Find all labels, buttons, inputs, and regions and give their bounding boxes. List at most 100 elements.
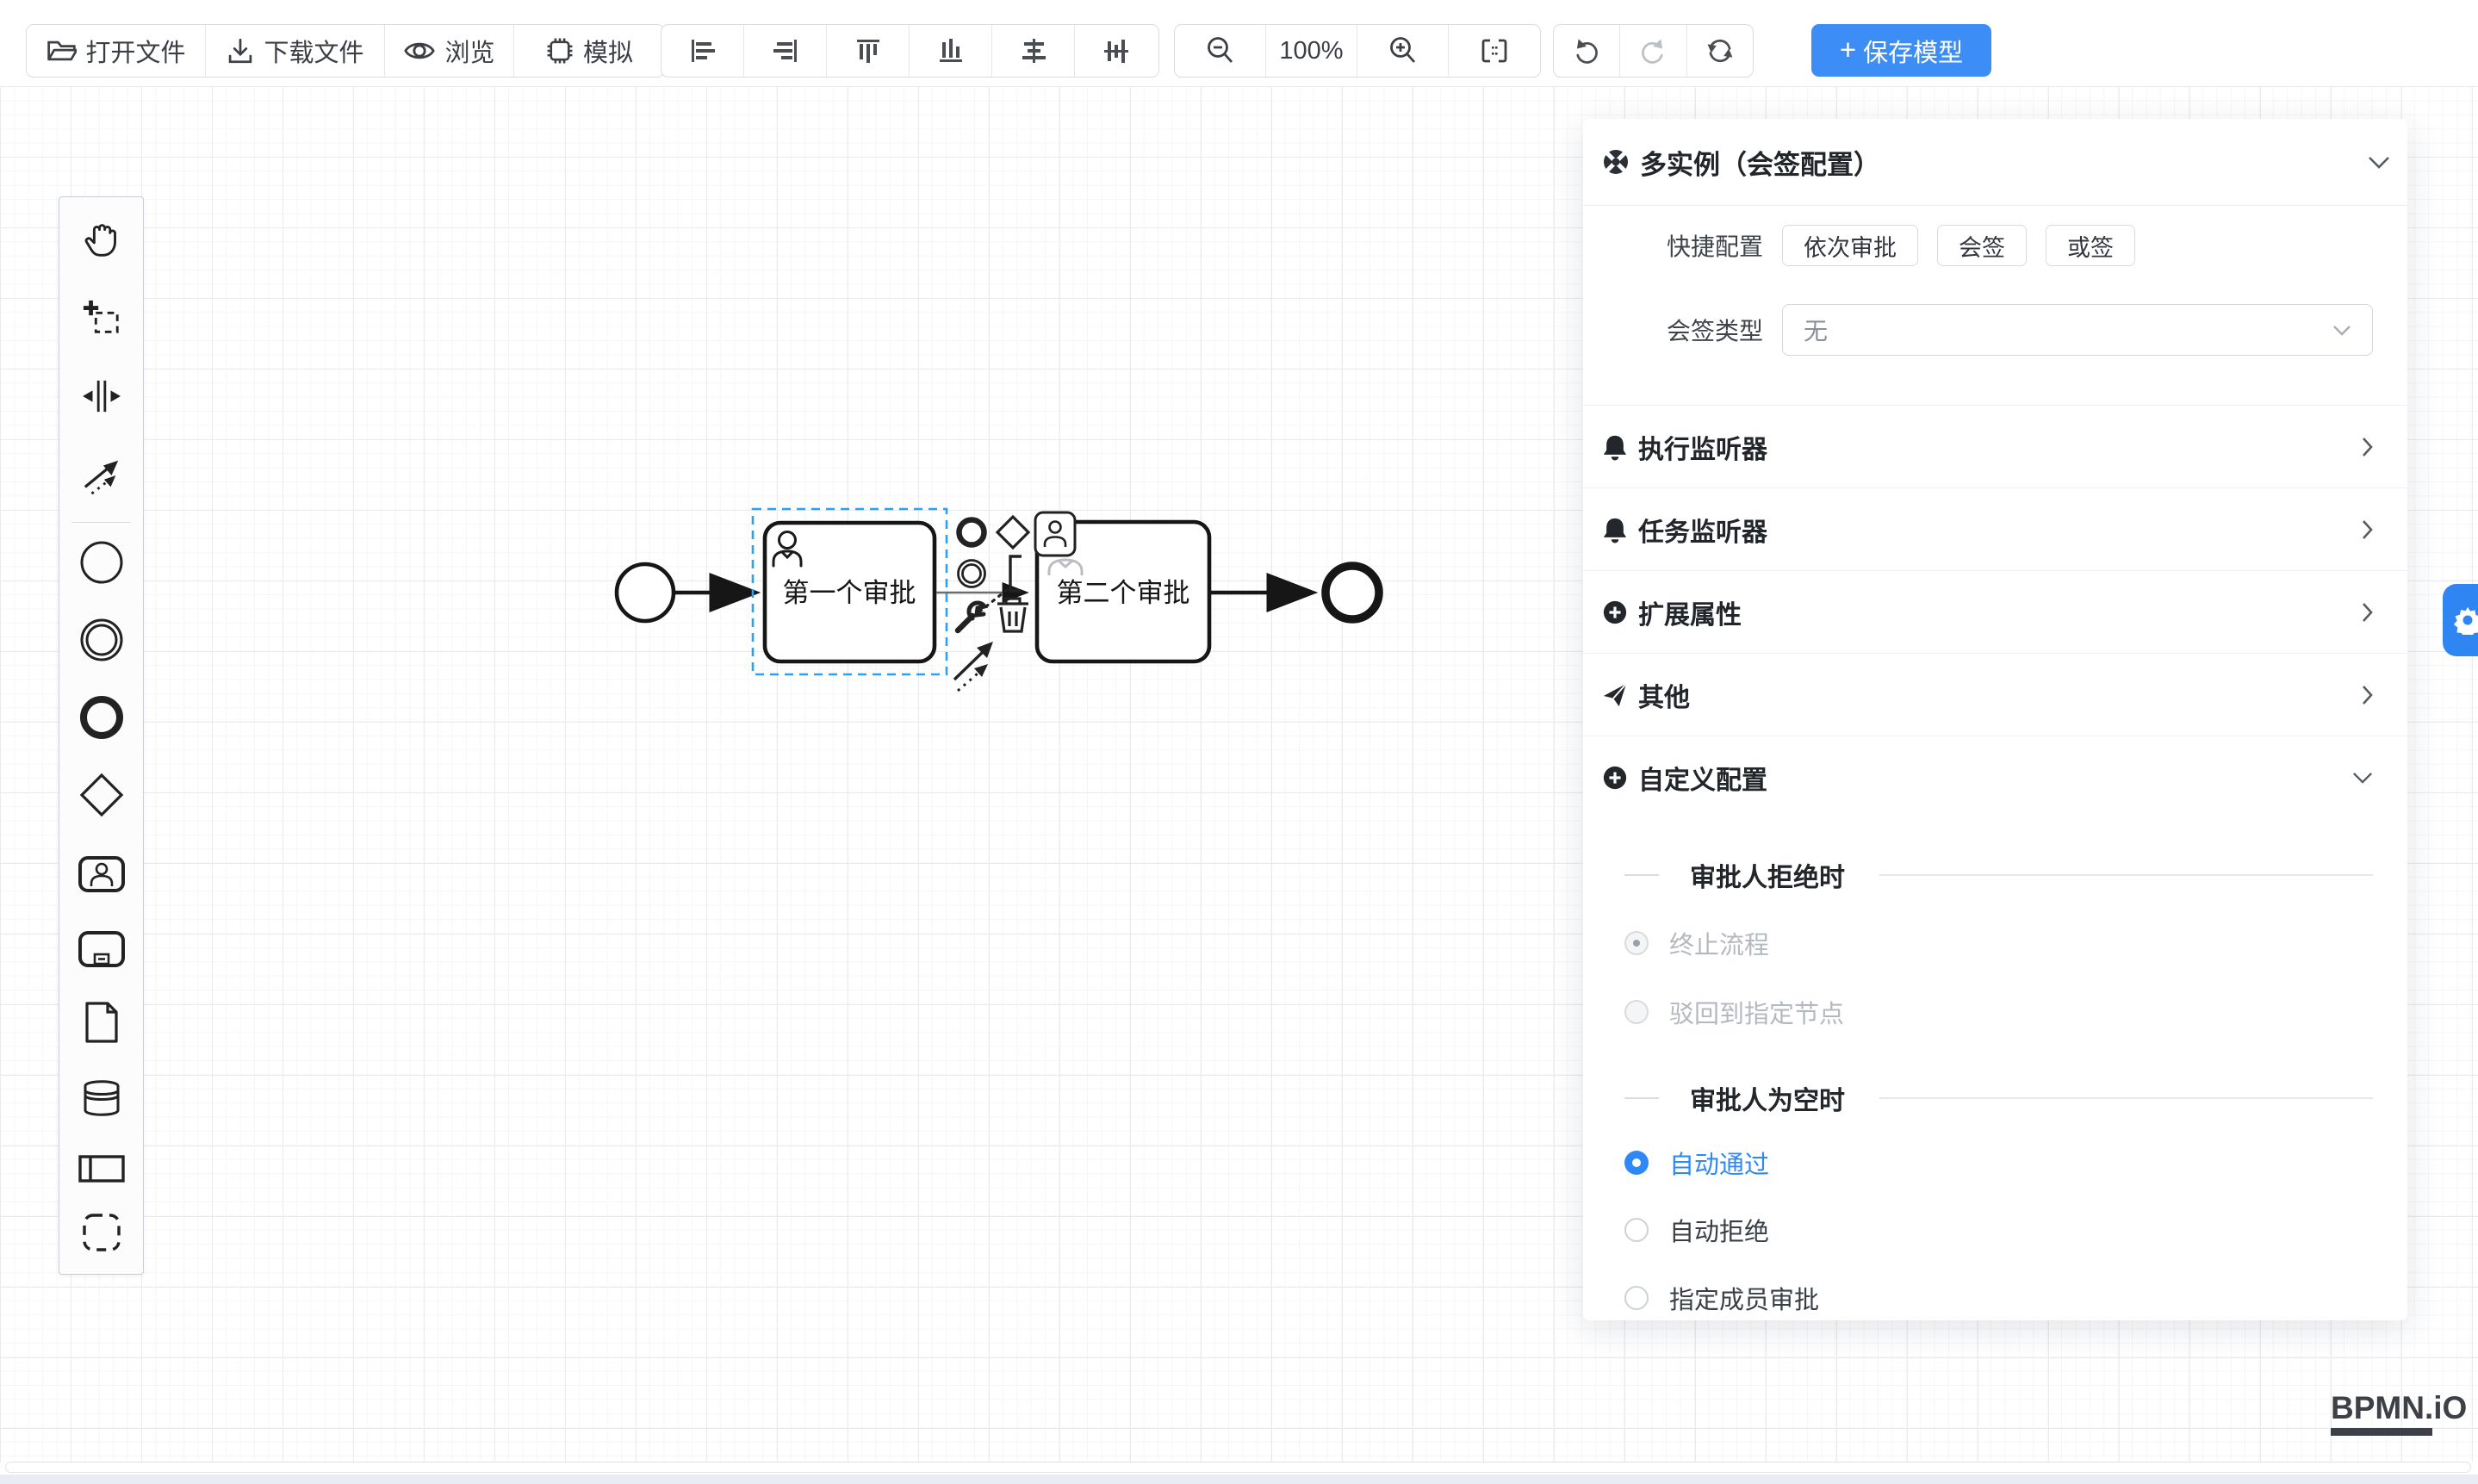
create-end-event[interactable]: [78, 693, 126, 742]
divider-line: [1879, 1097, 2373, 1099]
create-user-task[interactable]: [78, 850, 126, 898]
divider-line: [1624, 1097, 1659, 1099]
zoom-level-display[interactable]: 100%: [1266, 25, 1357, 77]
panel-header[interactable]: 多实例（会签配置）: [1602, 119, 2390, 205]
quick-config-sequential-button[interactable]: 依次审批: [1782, 225, 1918, 266]
zoom-toolbar-group: 100%: [1174, 24, 1541, 78]
quick-config-sequential-label: 依次审批: [1804, 229, 1897, 263]
append-intermediate-event-icon[interactable]: [959, 561, 985, 587]
append-user-task-icon[interactable]: [1035, 512, 1075, 556]
section-label: 执行监听器: [1638, 428, 2362, 466]
append-end-event-icon[interactable]: [960, 520, 984, 545]
save-model-button[interactable]: + 保存模型: [1811, 24, 1991, 77]
quick-config-orsign-label: 或签: [2067, 229, 2114, 263]
folder-open-icon: [46, 36, 77, 65]
refresh-icon: [1705, 36, 1735, 65]
section-execution-listener[interactable]: 执行监听器: [1583, 405, 2407, 488]
group-icon: [81, 1212, 122, 1253]
create-data-object[interactable]: [78, 998, 126, 1046]
align-bottom-button[interactable]: [910, 25, 992, 77]
wrench-icon[interactable]: [958, 603, 984, 630]
radio-return-to-node[interactable]: 驳回到指定节点: [1624, 994, 2373, 1030]
append-gateway-icon[interactable]: [997, 517, 1028, 548]
undo-button[interactable]: [1554, 25, 1620, 77]
create-start-event[interactable]: [78, 538, 126, 587]
start-event-icon: [79, 540, 124, 585]
section-other[interactable]: 其他: [1583, 654, 2407, 736]
radio-label: 终止流程: [1669, 925, 1769, 961]
connect-tool-icon[interactable]: [954, 642, 993, 691]
sign-type-value: 无: [1804, 313, 2332, 347]
open-file-button[interactable]: 打开文件: [27, 25, 206, 77]
bpmn-modeler-app: 第一个审批 第二个审批: [0, 0, 2478, 1484]
sign-type-select[interactable]: 无: [1782, 304, 2373, 356]
radio-terminate-process[interactable]: 终止流程: [1624, 925, 2373, 961]
create-group[interactable]: [78, 1208, 126, 1257]
section-task-listener[interactable]: 任务监听器: [1583, 488, 2407, 571]
plus-circle-icon: [1602, 599, 1628, 625]
preview-button[interactable]: 浏览: [385, 25, 514, 77]
hand-tool[interactable]: [78, 216, 126, 264]
align-top-icon: [854, 37, 882, 65]
chevron-right-icon: [2362, 685, 2373, 705]
simulate-button[interactable]: 模拟: [514, 25, 664, 77]
section-extended-properties[interactable]: 扩展属性: [1583, 571, 2407, 654]
participant-icon: [78, 1154, 126, 1183]
horizontal-scrollbar-thumb[interactable]: [5, 1462, 2471, 1473]
intermediate-event-icon: [79, 618, 124, 662]
chevron-right-icon: [2362, 437, 2373, 457]
create-gateway[interactable]: [78, 771, 126, 819]
align-right-icon: [772, 37, 799, 65]
align-center-vertical-button[interactable]: [1075, 25, 1158, 77]
quick-config-countersign-button[interactable]: 会签: [1937, 225, 2027, 266]
section-custom-config[interactable]: 自定义配置: [1583, 736, 2407, 818]
chevron-down-icon: [2352, 772, 2373, 784]
radio-assign-member[interactable]: 指定成员审批: [1624, 1280, 2373, 1316]
quick-config-label: 快捷配置: [1583, 228, 1763, 263]
radio-label: 指定成员审批: [1669, 1280, 1819, 1316]
radio-auto-reject[interactable]: 自动拒绝: [1624, 1212, 2373, 1248]
download-file-button[interactable]: 下载文件: [206, 25, 385, 77]
create-participant[interactable]: [78, 1145, 126, 1193]
create-data-store[interactable]: [78, 1074, 126, 1122]
reject-section-title: 审批人拒绝时: [1624, 856, 2373, 894]
chip-icon: [545, 36, 574, 65]
paper-plane-icon: [1602, 682, 1628, 708]
settings-tab[interactable]: [2443, 584, 2478, 656]
section-label: 扩展属性: [1638, 593, 2362, 631]
redo-button[interactable]: [1620, 25, 1686, 77]
align-center-vertical-icon: [1102, 37, 1130, 65]
subprocess-icon: [78, 930, 126, 968]
quick-config-orsign-button[interactable]: 或签: [2046, 225, 2135, 266]
hand-tool-icon: [82, 220, 121, 260]
chevron-down-icon[interactable]: [2368, 156, 2390, 169]
create-intermediate-event[interactable]: [78, 616, 126, 664]
start-event-node[interactable]: [617, 564, 674, 621]
lasso-tool[interactable]: [78, 295, 126, 343]
create-subprocess[interactable]: [78, 925, 126, 973]
align-center-horizontal-button[interactable]: [992, 25, 1075, 77]
chevron-right-icon: [2362, 602, 2373, 623]
global-connect-tool[interactable]: [78, 451, 126, 500]
zoom-out-button[interactable]: [1175, 25, 1266, 77]
bpmn-io-watermark[interactable]: BPMN.iO: [2331, 1390, 2467, 1436]
zoom-out-icon: [1205, 35, 1236, 66]
task1-label: 第一个审批: [783, 578, 916, 608]
align-left-button[interactable]: [661, 25, 744, 77]
align-left-icon: [689, 37, 717, 65]
align-top-button[interactable]: [827, 25, 910, 77]
fit-viewport-button[interactable]: [1449, 25, 1540, 77]
eye-icon: [403, 37, 436, 65]
radio-icon: [1624, 931, 1649, 955]
refresh-button[interactable]: [1687, 25, 1753, 77]
trash-icon[interactable]: [997, 599, 1028, 631]
sign-type-label: 会签类型: [1583, 313, 1763, 347]
zoom-in-button[interactable]: [1357, 25, 1449, 77]
align-right-button[interactable]: [744, 25, 827, 77]
panel-divider: [1583, 205, 2407, 206]
space-tool[interactable]: [78, 372, 126, 420]
radio-auto-pass[interactable]: 自动通过: [1624, 1145, 2373, 1181]
end-event-node[interactable]: [1326, 566, 1379, 619]
save-model-label: 保存模型: [1863, 33, 1963, 69]
zoom-in-icon: [1388, 35, 1419, 66]
